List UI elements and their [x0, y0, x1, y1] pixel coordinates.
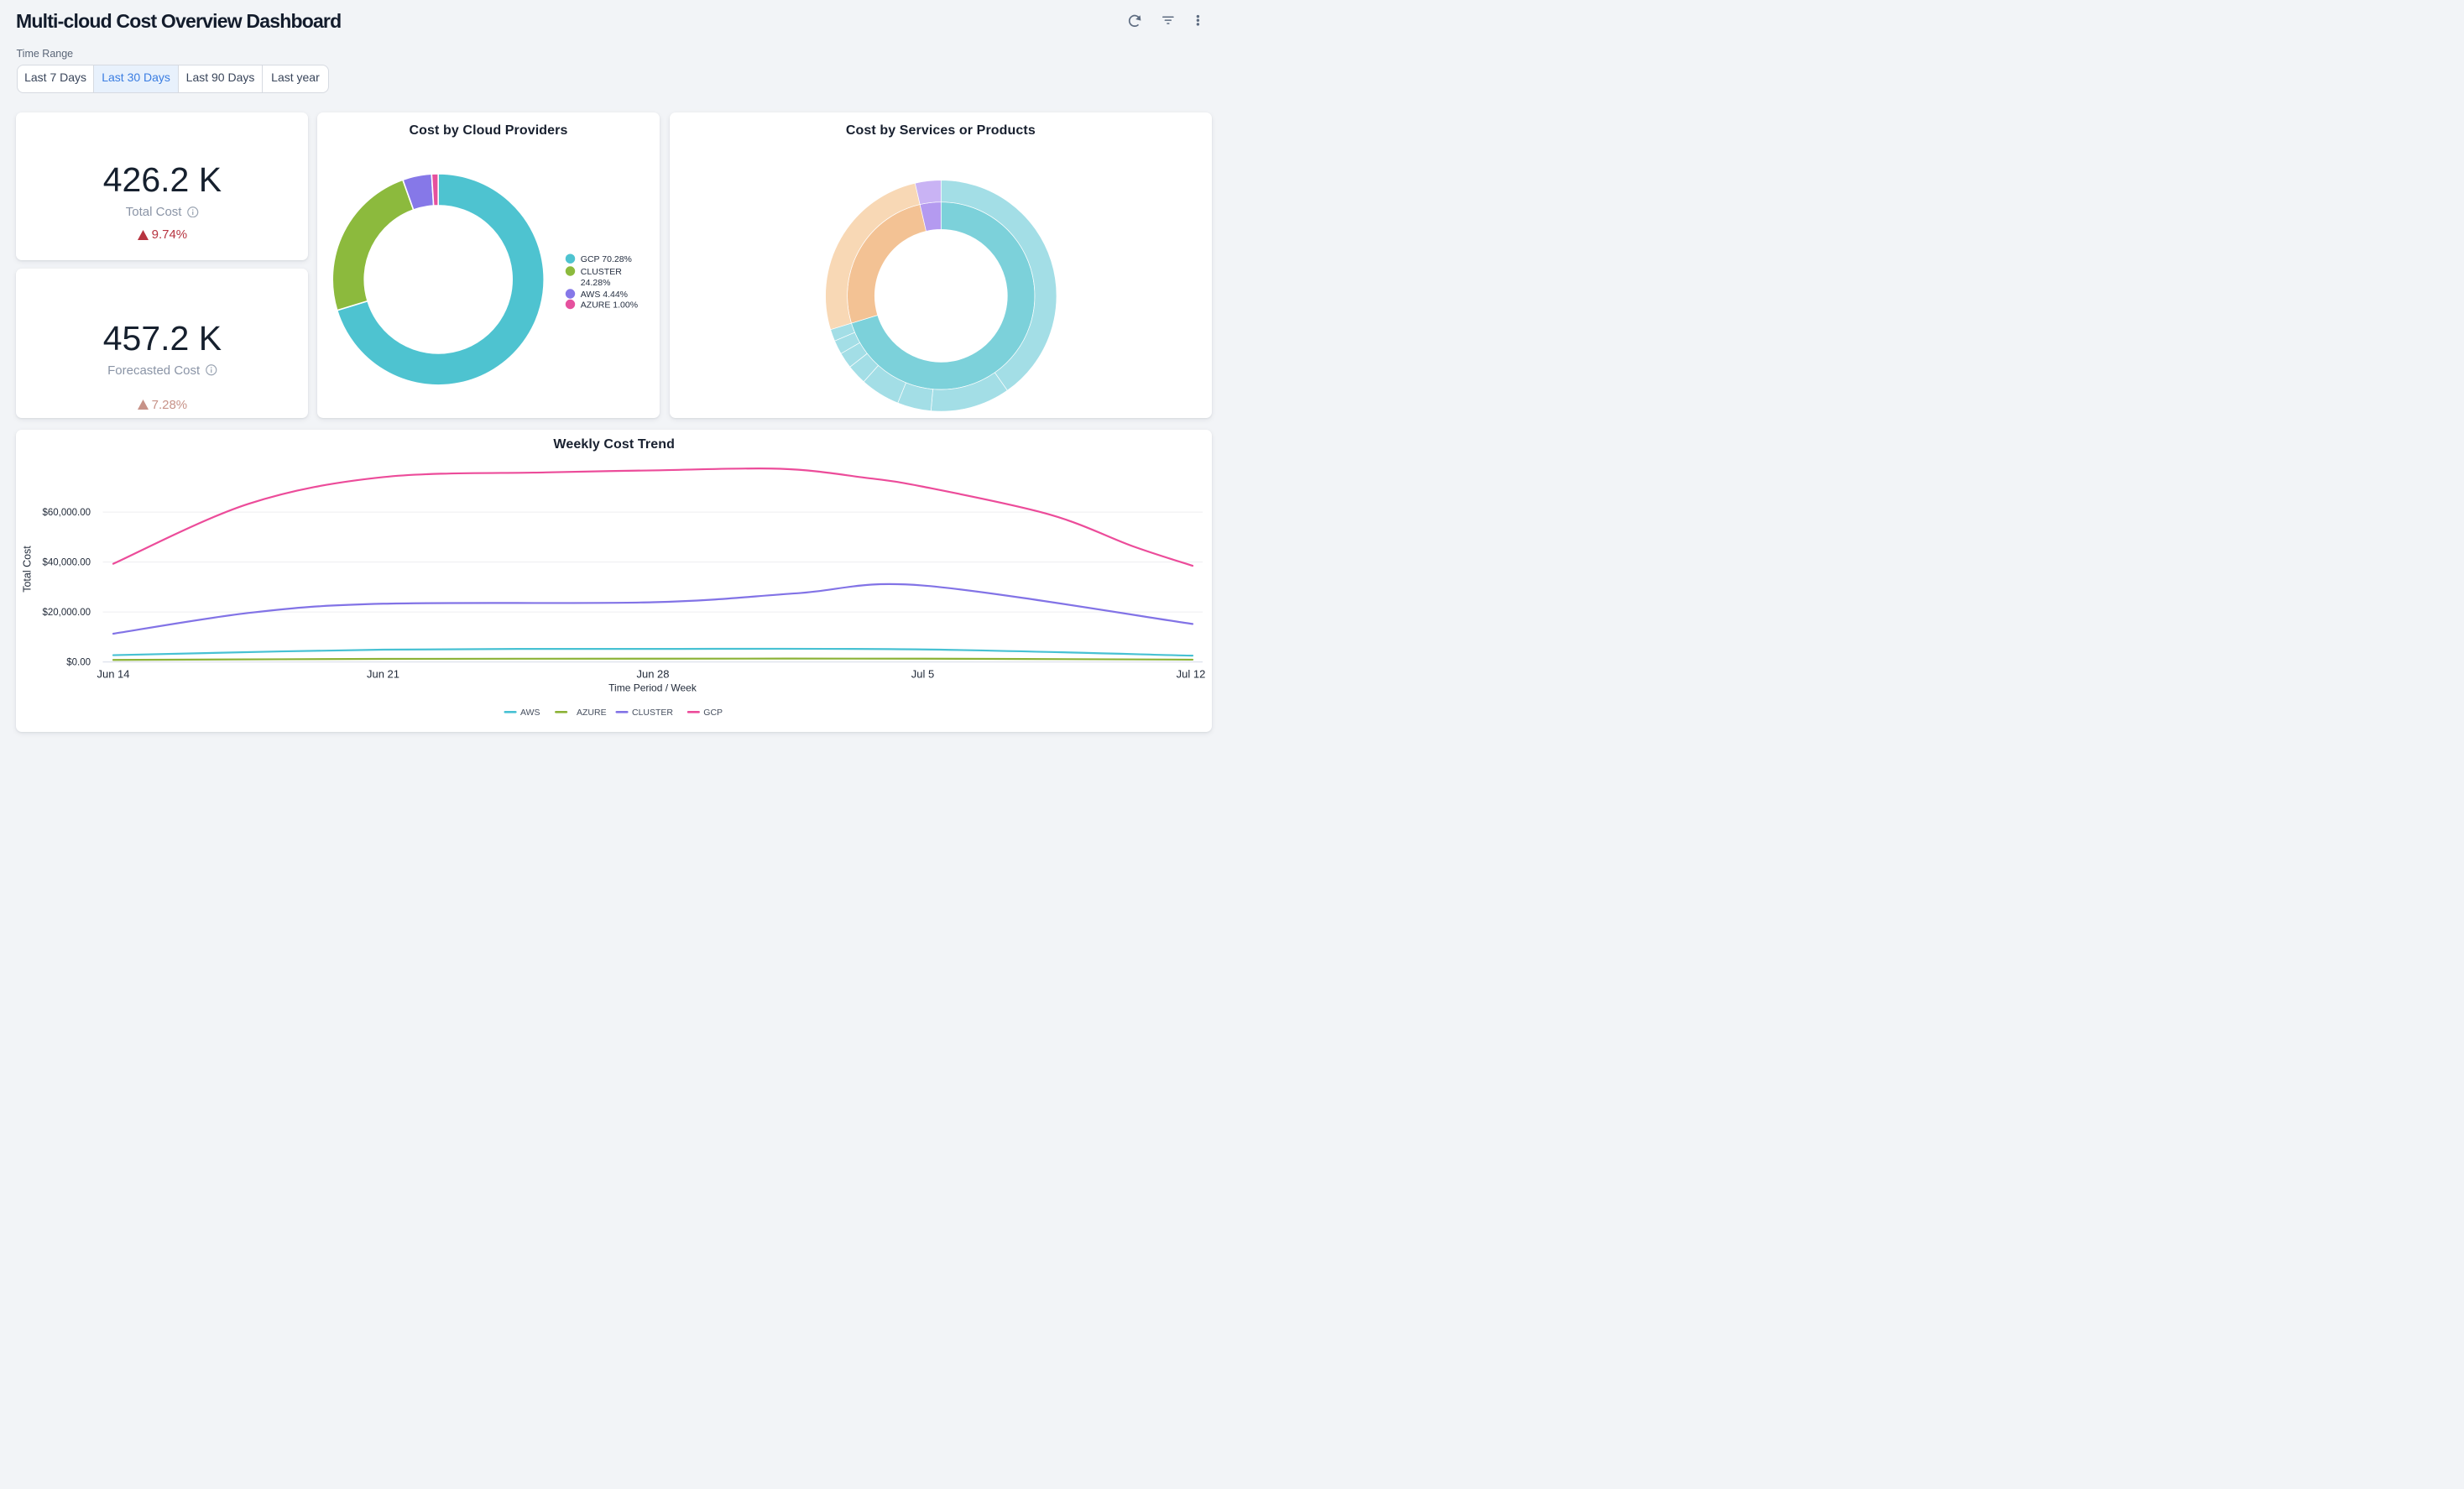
svg-text:GCP 70.28%: GCP 70.28%	[581, 254, 632, 264]
svg-text:Jun 21: Jun 21	[367, 668, 399, 681]
svg-text:CLUSTER: CLUSTER	[581, 267, 622, 277]
svg-text:AZURE 1.00%: AZURE 1.00%	[581, 300, 638, 310]
svg-text:$0.00: $0.00	[66, 658, 91, 668]
svg-text:Total Cost: Total Cost	[22, 546, 34, 593]
svg-text:AWS 4.44%: AWS 4.44%	[581, 290, 628, 300]
svg-text:AWS: AWS	[520, 708, 540, 718]
svg-text:24.28%: 24.28%	[581, 278, 611, 288]
svg-text:CLUSTER: CLUSTER	[632, 708, 673, 718]
svg-text:AZURE: AZURE	[577, 708, 607, 718]
svg-text:Jul 12: Jul 12	[1177, 668, 1206, 681]
svg-text:$60,000.00: $60,000.00	[42, 508, 91, 518]
svg-text:Jun 28: Jun 28	[636, 668, 669, 681]
svg-text:Jun 14: Jun 14	[97, 668, 129, 681]
svg-text:Jul 5: Jul 5	[911, 668, 934, 681]
svg-text:Time Period / Week: Time Period / Week	[608, 682, 697, 694]
svg-text:GCP: GCP	[703, 708, 723, 718]
svg-text:$20,000.00: $20,000.00	[42, 608, 91, 618]
svg-text:$40,000.00: $40,000.00	[42, 558, 91, 568]
